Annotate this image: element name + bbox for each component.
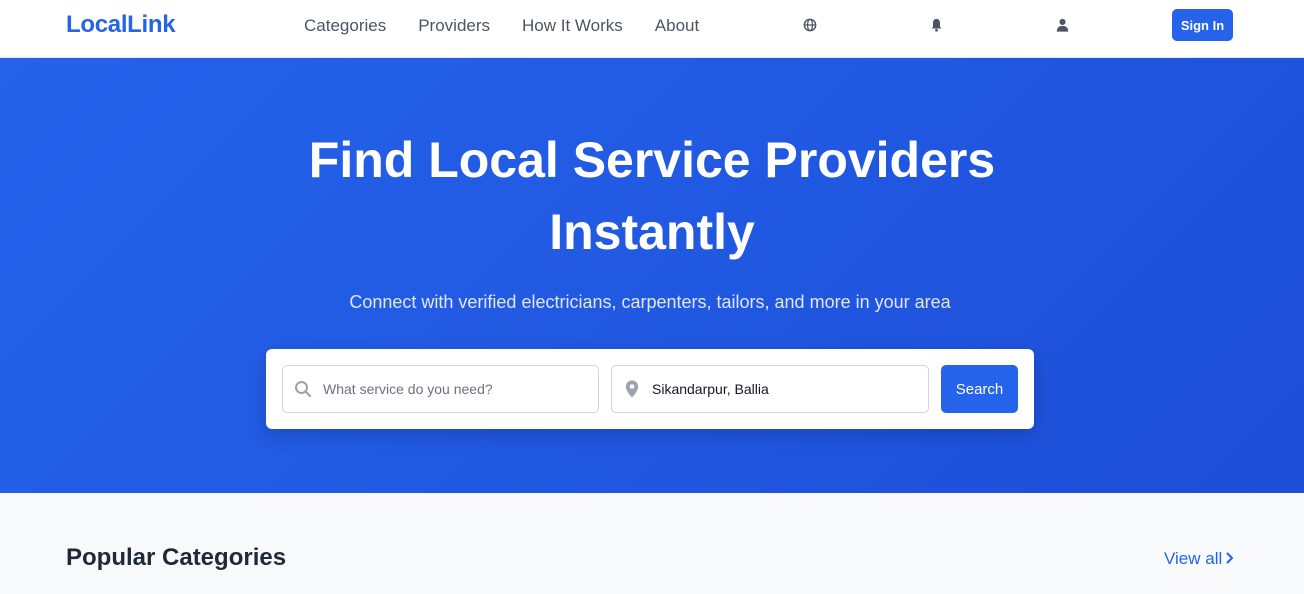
sign-in-button[interactable]: Sign In bbox=[1172, 9, 1233, 41]
search-button[interactable]: Search bbox=[941, 365, 1018, 413]
service-search-input[interactable] bbox=[323, 381, 583, 397]
nav-providers[interactable]: Providers bbox=[418, 16, 490, 36]
search-icon bbox=[283, 380, 323, 398]
globe-icon[interactable] bbox=[801, 16, 819, 34]
user-icon[interactable] bbox=[1053, 16, 1071, 34]
view-all-label: View all bbox=[1164, 549, 1223, 568]
nav-how-it-works[interactable]: How It Works bbox=[522, 16, 623, 36]
hero-subtitle: Connect with verified electricians, carp… bbox=[349, 292, 951, 312]
bell-icon[interactable] bbox=[927, 16, 945, 34]
nav-categories[interactable]: Categories bbox=[304, 16, 386, 36]
search-card: Search bbox=[266, 349, 1034, 429]
hero-title: Find Local Service Providers Instantly bbox=[308, 132, 996, 260]
hero-section: Find Local Service Providers Instantly C… bbox=[0, 58, 1304, 493]
nav-about[interactable]: About bbox=[655, 16, 699, 36]
service-field[interactable] bbox=[282, 365, 599, 413]
location-input[interactable] bbox=[652, 381, 912, 397]
main-nav: Categories Providers How It Works About bbox=[304, 16, 731, 36]
chevron-right-icon bbox=[1226, 549, 1234, 569]
map-pin-icon bbox=[612, 380, 652, 398]
brand-logo[interactable]: LocalLink bbox=[66, 11, 176, 39]
top-navbar: LocalLink Categories Providers How It Wo… bbox=[0, 0, 1304, 58]
view-all-link[interactable]: View all bbox=[1164, 549, 1234, 569]
location-field[interactable] bbox=[611, 365, 929, 413]
popular-categories-title: Popular Categories bbox=[66, 544, 287, 571]
